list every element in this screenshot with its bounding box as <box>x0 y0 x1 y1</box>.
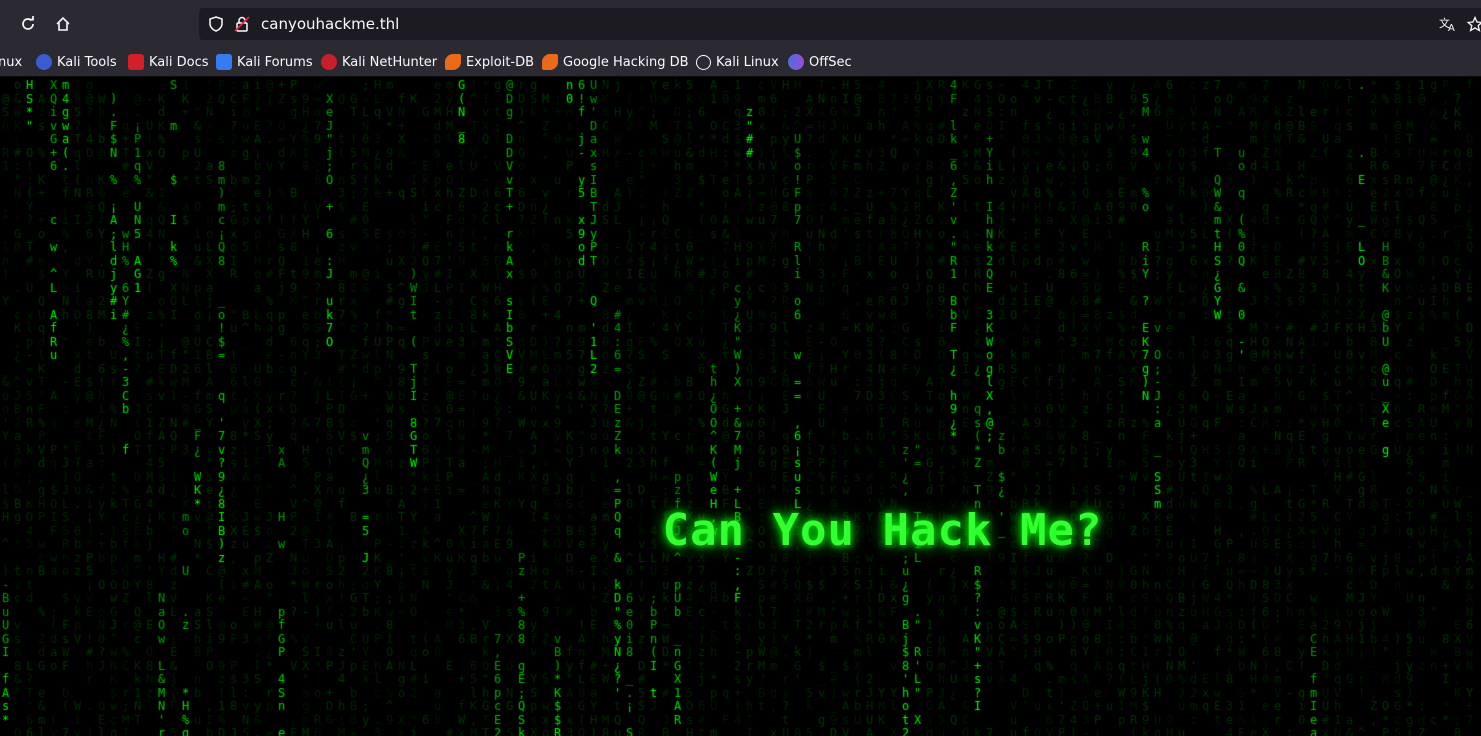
bookmark-kali-linux-partial[interactable]: nux <box>0 52 22 72</box>
bookmark-label: Google Hacking DB <box>563 54 689 70</box>
home-button[interactable] <box>49 10 77 38</box>
svg-text:A: A <box>1448 23 1455 32</box>
bookmark-kali-nethunter[interactable]: Kali NetHunter <box>321 52 437 72</box>
shield-icon[interactable] <box>208 16 224 36</box>
page-heading: Can You Hack Me? <box>662 505 1103 556</box>
address-bar[interactable]: canyouhackme.thl 文A <box>199 8 1481 40</box>
kali-tools-icon <box>36 54 52 70</box>
bookmark-label: nux <box>0 54 23 70</box>
bookmark-kali-tools[interactable]: Kali Tools <box>36 52 117 72</box>
kali-forums-icon <box>216 54 232 70</box>
bookmark-label: Exploit-DB <box>466 54 535 70</box>
translate-icon[interactable]: 文A <box>1439 16 1457 36</box>
bookmark-exploit-db[interactable]: Exploit-DB <box>445 52 534 72</box>
nethunter-icon <box>321 54 337 70</box>
bookmark-label: Kali Docs <box>149 54 209 70</box>
bookmark-star-icon[interactable] <box>1466 15 1481 36</box>
matrix-rain-canvas <box>0 77 1481 736</box>
url-text[interactable]: canyouhackme.thl <box>261 15 399 33</box>
reload-icon <box>22 16 34 30</box>
browser-toolbar: canyouhackme.thl 文A <box>0 0 1481 48</box>
home-icon <box>56 16 70 31</box>
bookmark-label: Kali Linux <box>716 54 779 70</box>
bookmark-offsec[interactable]: OffSec <box>788 52 852 72</box>
ghdb-icon <box>542 54 558 70</box>
bookmarks-toolbar: nux Kali Tools Kali Docs Kali Forums Kal… <box>0 48 1481 77</box>
bookmark-google-hacking-db[interactable]: Google Hacking DB <box>542 52 689 72</box>
reload-button[interactable] <box>14 10 42 38</box>
bookmark-label: Kali NetHunter <box>342 54 438 70</box>
insecure-lock-icon[interactable] <box>234 16 250 36</box>
globe-icon <box>696 54 711 70</box>
bookmark-label: Kali Tools <box>57 54 117 70</box>
bookmark-kali-docs[interactable]: Kali Docs <box>128 52 209 72</box>
bookmark-label: Kali Forums <box>237 54 313 70</box>
page-content: Can You Hack Me? <box>0 77 1481 736</box>
bookmark-kali-forums[interactable]: Kali Forums <box>216 52 313 72</box>
kali-docs-icon <box>128 54 144 70</box>
bookmark-kali-linux[interactable]: Kali Linux <box>696 52 779 72</box>
bookmark-label: OffSec <box>809 54 852 70</box>
offsec-icon <box>788 54 804 70</box>
exploit-db-icon <box>445 54 461 70</box>
